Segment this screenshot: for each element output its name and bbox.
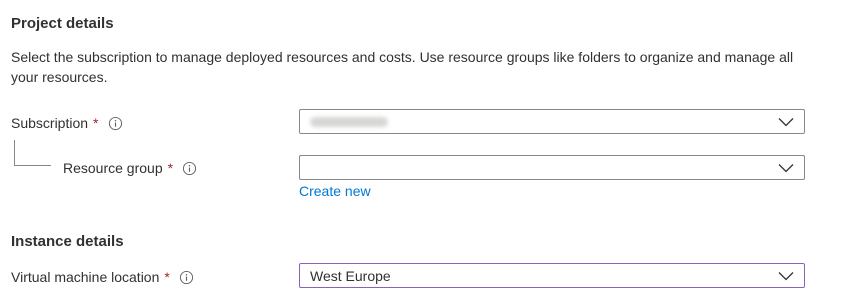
resource-group-label: Resource group — [63, 160, 163, 176]
project-details-description: Select the subscription to manage deploy… — [11, 49, 794, 85]
vm-location-label: Virtual machine location — [11, 269, 160, 285]
subscription-dropdown[interactable] — [299, 109, 805, 134]
info-icon[interactable] — [182, 161, 197, 176]
resource-group-label-row: Resource group * — [63, 158, 197, 178]
subscription-label-row: Subscription * — [11, 113, 123, 133]
chevron-down-icon — [778, 117, 794, 126]
instance-details-heading: Instance details — [11, 233, 124, 250]
required-marker: * — [167, 160, 174, 176]
create-new-link[interactable]: Create new — [299, 183, 371, 199]
tree-connector — [14, 140, 51, 166]
info-icon[interactable] — [108, 116, 123, 131]
vm-location-dropdown[interactable]: West Europe — [299, 263, 805, 288]
project-details-heading: Project details — [11, 15, 114, 32]
chevron-down-icon — [778, 163, 794, 172]
required-marker: * — [164, 269, 170, 285]
resource-group-dropdown[interactable] — [299, 155, 805, 180]
subscription-value-redacted — [310, 116, 388, 127]
required-marker: * — [93, 115, 99, 131]
info-icon[interactable] — [179, 270, 194, 285]
subscription-label: Subscription — [11, 115, 89, 131]
vm-location-label-row: Virtual machine location * — [11, 267, 194, 287]
vm-location-value: West Europe — [310, 267, 391, 284]
chevron-down-icon — [778, 271, 794, 280]
